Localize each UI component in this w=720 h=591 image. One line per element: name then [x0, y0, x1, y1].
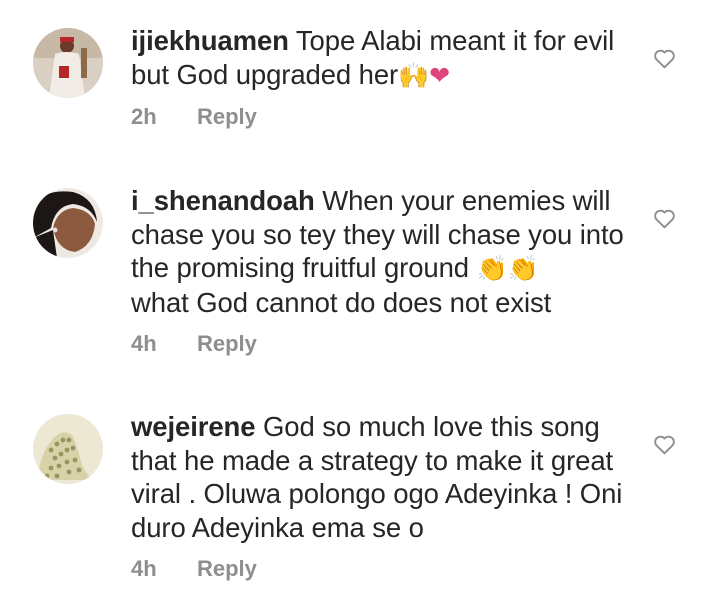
comment-timestamp: 2h	[131, 104, 157, 129]
heart-emoji: ❤	[429, 60, 450, 90]
comment-item: ijiekhuamen Tope Alabi meant it for evil…	[0, 0, 720, 150]
user-avatar-image	[33, 28, 103, 98]
avatar[interactable]	[33, 28, 103, 98]
user-avatar-image	[33, 188, 103, 258]
avatar[interactable]	[33, 188, 103, 258]
comment-meta: 4h Reply	[131, 556, 257, 582]
comment-username[interactable]: i_shenandoah	[131, 185, 315, 216]
user-avatar-image	[33, 414, 103, 484]
comment-text-block: i_shenandoah When your enemies will chas…	[131, 184, 636, 319]
raising-hands-emoji: 🙌	[398, 60, 430, 90]
heart-outline-icon[interactable]	[652, 206, 677, 231]
comment-meta: 2h Reply	[131, 104, 257, 130]
comment-timestamp: 4h	[131, 556, 157, 581]
reply-button[interactable]: Reply	[197, 331, 257, 357]
clapping-hands-emoji: 👏	[476, 254, 508, 283]
comment-text-block: wejeirene God so much love this song tha…	[131, 410, 636, 544]
reply-button[interactable]: Reply	[197, 556, 257, 582]
comment-item: i_shenandoah When your enemies will chas…	[0, 160, 720, 370]
comment-timestamp: 4h	[131, 331, 157, 356]
comment-body-continued: what God cannot do does not exist	[131, 286, 552, 318]
comment-username[interactable]: ijiekhuamen	[131, 25, 289, 56]
comment-meta: 4h Reply	[131, 331, 257, 357]
comment-item: wejeirene God so much love this song tha…	[0, 386, 720, 591]
heart-outline-icon[interactable]	[652, 46, 677, 71]
clapping-hands-emoji: 👏	[507, 254, 539, 283]
heart-outline-icon[interactable]	[652, 432, 677, 457]
comment-text-block: ijiekhuamen Tope Alabi meant it for evil…	[131, 24, 636, 92]
comment-username[interactable]: wejeirene	[131, 411, 256, 442]
avatar[interactable]	[33, 414, 103, 484]
reply-button[interactable]: Reply	[197, 104, 257, 130]
